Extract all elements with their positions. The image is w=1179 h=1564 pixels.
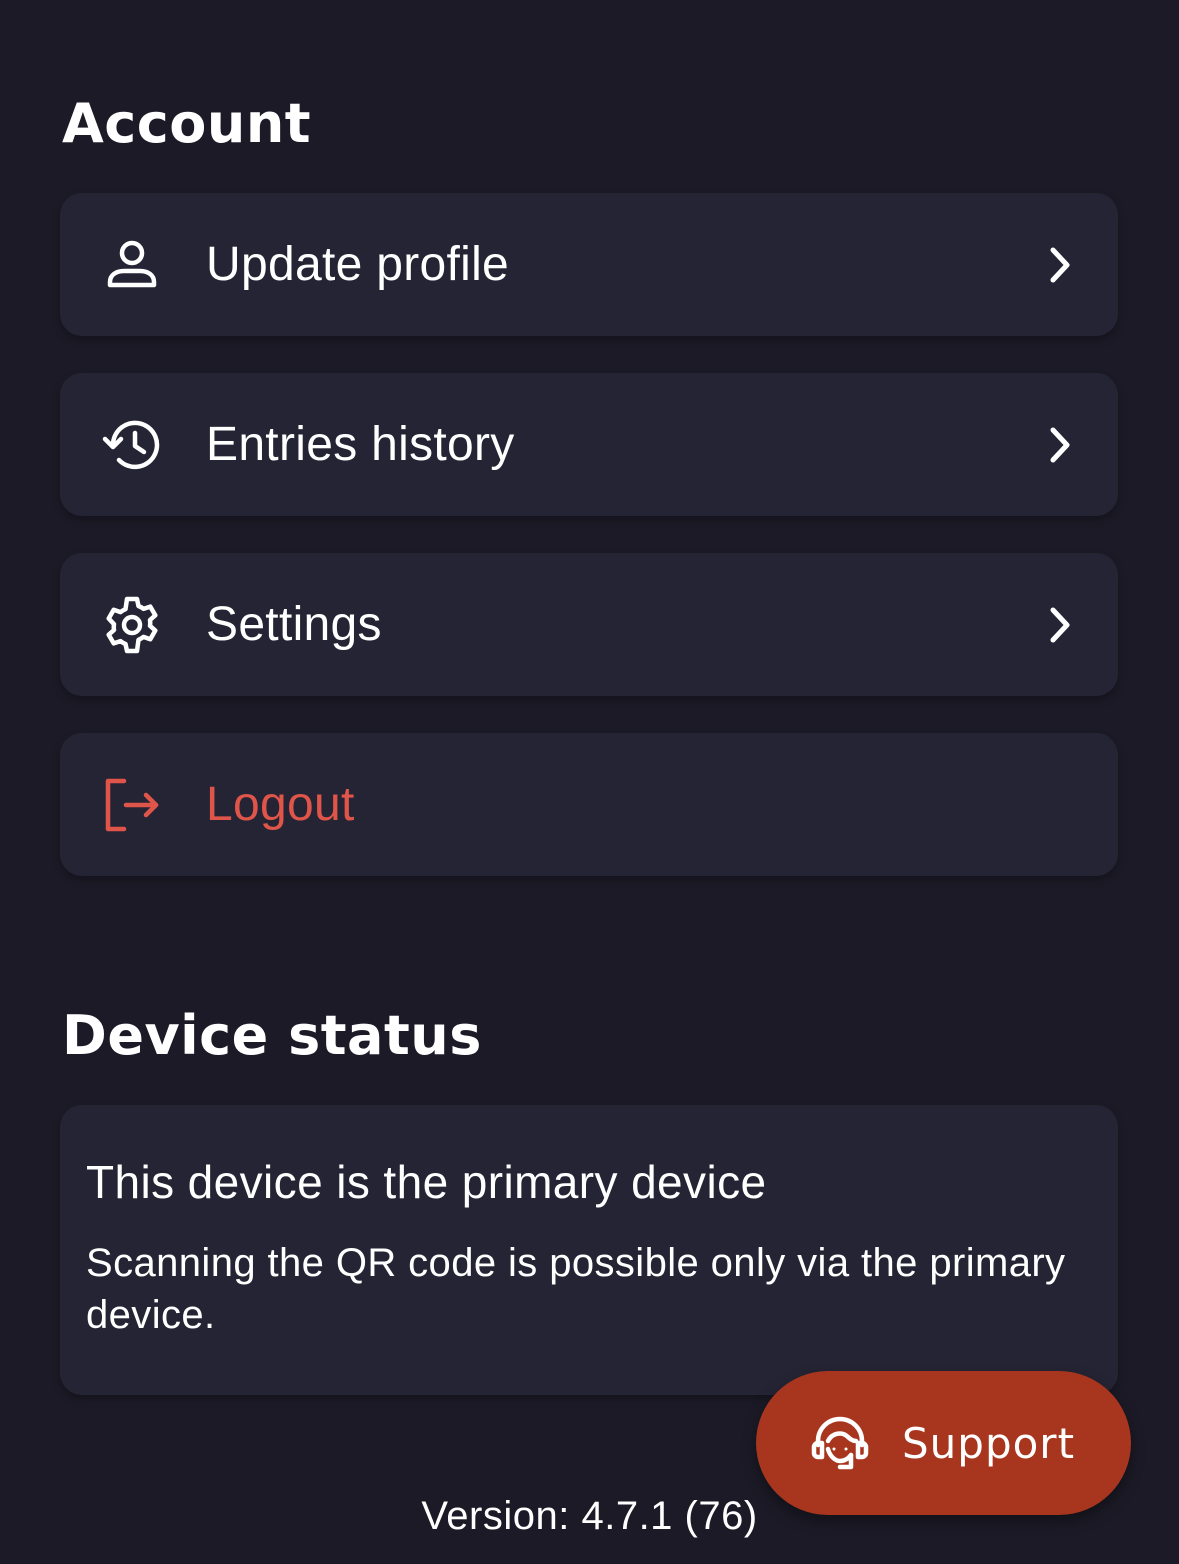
support-label: Support xyxy=(902,1418,1076,1468)
logout-icon xyxy=(100,773,164,837)
gear-icon xyxy=(100,593,164,657)
update-profile-label: Update profile xyxy=(206,238,510,291)
entries-history-label: Entries history xyxy=(206,418,515,471)
update-profile-button[interactable]: Update profile xyxy=(60,193,1118,336)
app-version: Version: 4.7.1 (76) xyxy=(421,1494,758,1538)
device-status-title: Device status xyxy=(62,1004,482,1067)
entries-history-button[interactable]: Entries history xyxy=(60,373,1118,516)
chevron-right-icon xyxy=(1042,243,1078,287)
account-section-title: Account xyxy=(62,92,312,155)
headset-agent-icon xyxy=(808,1411,872,1475)
chevron-right-icon xyxy=(1042,603,1078,647)
device-status-description: Scanning the QR code is possible only vi… xyxy=(86,1241,1066,1337)
settings-button[interactable]: Settings xyxy=(60,553,1118,696)
device-status-card: This device is the primary device Scanni… xyxy=(60,1105,1118,1395)
history-icon xyxy=(100,413,164,477)
chevron-right-icon xyxy=(1042,423,1078,467)
device-status-heading: This device is the primary device xyxy=(86,1156,767,1208)
logout-button[interactable]: Logout xyxy=(60,733,1118,876)
user-icon xyxy=(100,233,164,297)
logout-label: Logout xyxy=(206,778,355,831)
settings-label: Settings xyxy=(206,598,382,651)
